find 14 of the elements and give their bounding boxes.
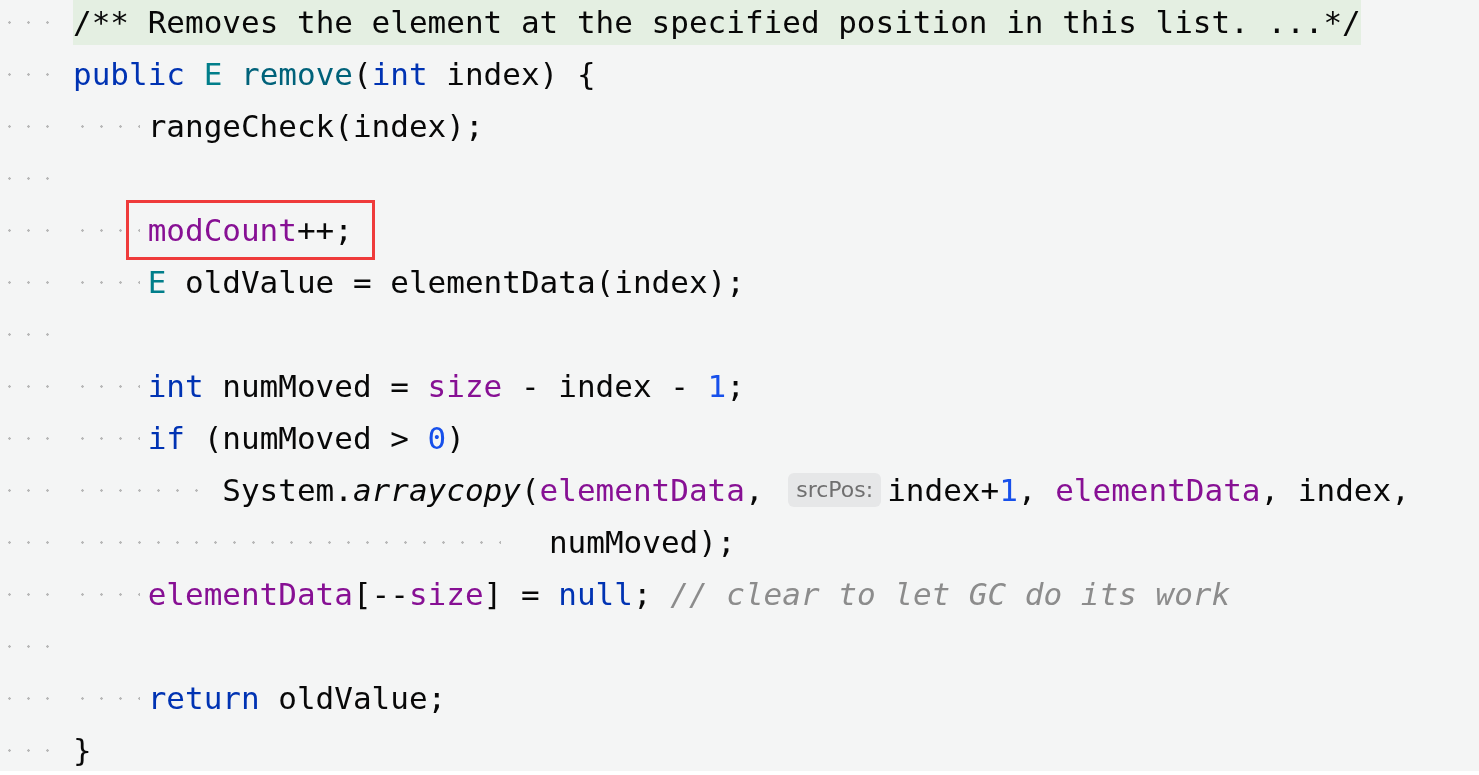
code-text: elementData[--size] = null; // clear to let GC do its work: [147, 574, 1231, 614]
code-text: if (numMoved > 0): [147, 418, 465, 458]
highlighted-code: modCount++;: [125, 200, 375, 260]
code-text: numMoved);: [548, 522, 736, 562]
code-text: }: [73, 730, 92, 770]
parameter-hint: srcPos:: [788, 473, 882, 507]
code-text: System.arraycopy(elementData,: [222, 470, 765, 510]
code-text: index+1, elementData, index,: [887, 470, 1410, 510]
code-text: E oldValue = elementData(index);: [147, 262, 745, 302]
code-text: public E remove(int index) {: [73, 54, 596, 94]
code-text: int numMoved = size - index - 1;: [147, 366, 745, 406]
code-text: rangeCheck(index);: [147, 106, 484, 146]
code-text: return oldValue;: [147, 678, 447, 718]
folded-doc-comment[interactable]: /** Removes the element at the specified position in this list. ...*/: [73, 0, 1361, 45]
